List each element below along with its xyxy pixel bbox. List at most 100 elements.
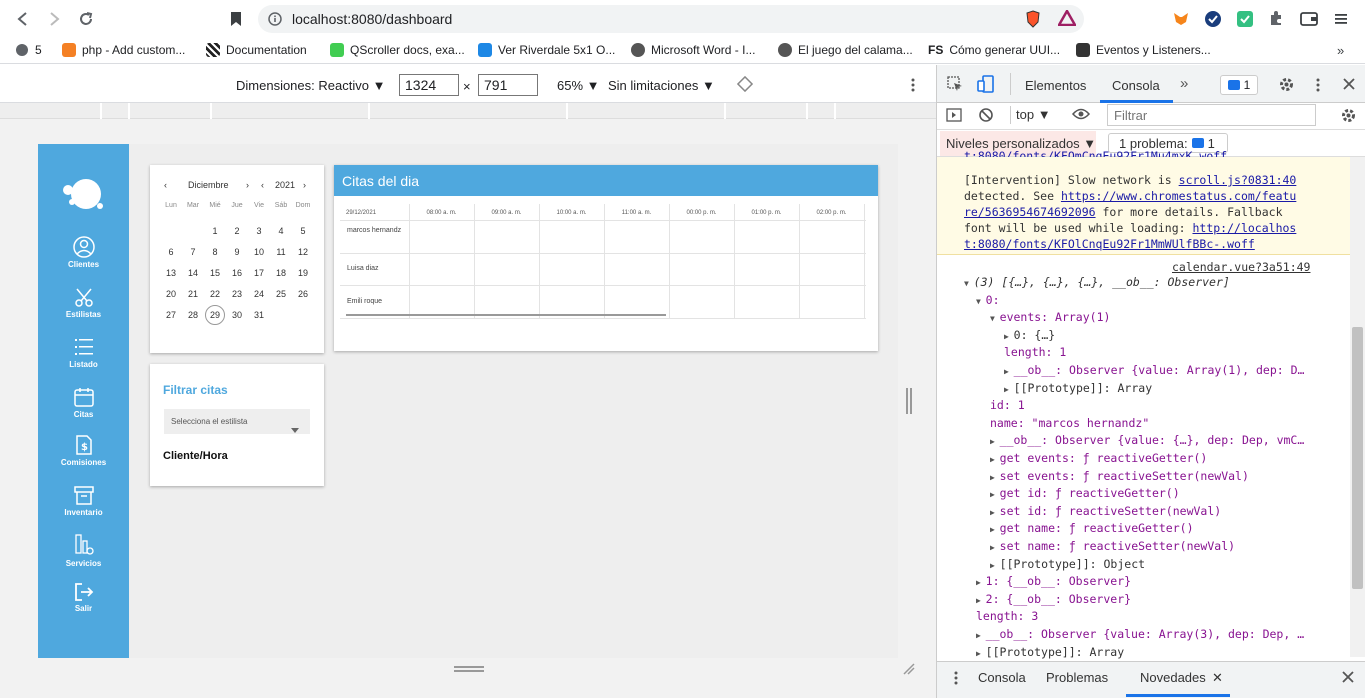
devtools-menu-icon[interactable] [1315, 77, 1321, 98]
bookmark-item[interactable]: Eventos y Listeners... [1076, 43, 1211, 57]
resize-handle-right[interactable] [906, 388, 912, 414]
tree-node[interactable]: ▶ __ob__: Observer {value: Array(3), dep… [976, 627, 1304, 641]
collapsed-arrow-icon[interactable]: ▶ [990, 455, 1000, 464]
collapsed-arrow-icon[interactable]: ▶ [990, 525, 1000, 534]
calendar-day[interactable]: 11 [270, 247, 292, 257]
dimensions-dropdown[interactable]: Dimensiones: Reactivo ▼ [236, 78, 385, 93]
tree-node[interactable]: ▶ __ob__: Observer {value: Array(1), dep… [1004, 363, 1304, 377]
tree-node[interactable]: ▶ 2: {__ob__: Observer} [976, 592, 1131, 606]
expanded-arrow-icon[interactable]: ▼ [964, 279, 974, 288]
console-settings-icon[interactable] [1340, 107, 1357, 129]
zoom-dropdown[interactable]: 65% ▼ [557, 78, 600, 93]
prev-month-button[interactable]: ‹ [164, 180, 167, 190]
calendar-day[interactable]: 1 [204, 226, 226, 236]
close-tab-icon[interactable]: ✕ [1212, 670, 1223, 686]
bookmark-item[interactable]: El juego del calama... [778, 43, 913, 57]
tree-node[interactable]: ▶ [[Prototype]]: Array [1004, 381, 1152, 395]
tree-node[interactable]: ▶ set id: ƒ reactiveSetter(newVal) [990, 504, 1221, 518]
back-button[interactable] [12, 8, 34, 30]
calendar-day[interactable]: 10 [248, 247, 270, 257]
app-logo[interactable] [60, 176, 108, 217]
tree-node[interactable]: ▶ __ob__: Observer {value: {…}, dep: Dep… [990, 433, 1304, 447]
next-month-button[interactable]: › [246, 180, 249, 190]
issues-badge[interactable]: 1 [1220, 75, 1258, 95]
calendar-day[interactable]: 9 [226, 247, 248, 257]
sidebar-item-inventario[interactable]: Inventario [38, 484, 129, 517]
expanded-arrow-icon[interactable]: ▼ [976, 297, 986, 306]
throttle-dropdown[interactable]: Sin limitaciones ▼ [608, 78, 715, 93]
tab-elementos[interactable]: Elementos [1025, 78, 1086, 93]
forward-button[interactable] [43, 8, 65, 30]
drawer-tab-problemas[interactable]: Problemas [1046, 670, 1108, 685]
more-tabs-icon[interactable]: » [1180, 75, 1188, 92]
vue-devtools-icon[interactable] [1236, 10, 1254, 33]
horizontal-scrollbar[interactable] [346, 314, 666, 316]
tree-node[interactable]: ▼ 0: [976, 293, 1000, 307]
more-bookmarks-icon[interactable]: » [1337, 43, 1344, 58]
url-text[interactable]: localhost:8080/dashboard [292, 11, 452, 27]
more-options-icon[interactable] [910, 77, 916, 98]
clear-console-icon[interactable] [978, 107, 994, 128]
collapsed-arrow-icon[interactable]: ▶ [976, 649, 986, 658]
resize-handle-bottom[interactable] [454, 666, 484, 672]
collapsed-arrow-icon[interactable]: ▶ [976, 578, 986, 587]
calendar-day[interactable]: 6 [160, 247, 182, 257]
collapsed-arrow-icon[interactable]: ▶ [1004, 332, 1014, 341]
sidebar-item-salir[interactable]: Salir [38, 582, 129, 613]
tree-node[interactable]: ▶ set events: ƒ reactiveSetter(newVal) [990, 469, 1249, 483]
calendar-day[interactable]: 16 [226, 268, 248, 278]
calendar-day[interactable]: 3 [248, 226, 270, 236]
calendar-day[interactable]: 31 [248, 310, 270, 320]
sidebar-item-citas[interactable]: Citas [38, 386, 129, 419]
brave-rewards-icon[interactable] [1056, 8, 1078, 31]
calendar-day[interactable]: 24 [248, 289, 270, 299]
calendar-day-today[interactable]: 29 [204, 304, 226, 325]
bookmark-item[interactable]: Documentation [206, 43, 307, 57]
tree-node[interactable]: ▼ events: Array(1) [990, 310, 1110, 324]
calendar-day[interactable]: 28 [182, 310, 204, 320]
calendar-day[interactable]: 5 [292, 226, 314, 236]
drawer-menu-icon[interactable] [953, 670, 959, 691]
calendar-day[interactable]: 26 [292, 289, 314, 299]
collapsed-arrow-icon[interactable]: ▶ [990, 543, 1000, 552]
drawer-tab-novedades[interactable]: Novedades [1140, 670, 1206, 685]
width-input[interactable]: 1324 [399, 74, 459, 96]
calendar-day[interactable]: 2 [226, 226, 248, 236]
calendar-day[interactable]: 7 [182, 247, 204, 257]
stylist-row-name[interactable]: marcos hernandz [347, 227, 407, 234]
calendar-day[interactable]: 8 [204, 247, 226, 257]
tree-node[interactable]: ▶ [[Prototype]]: Object [990, 557, 1145, 571]
tab-consola[interactable]: Consola [1112, 78, 1160, 93]
close-devtools-icon[interactable] [1342, 77, 1356, 96]
sidebar-item-clientes[interactable]: Clientes [38, 236, 129, 269]
tree-node[interactable]: ▶ get events: ƒ reactiveGetter() [990, 451, 1207, 465]
calendar-day[interactable]: 14 [182, 268, 204, 278]
reload-button[interactable] [75, 8, 97, 30]
context-dropdown[interactable]: top ▼ [1016, 107, 1051, 122]
calendar-day[interactable]: 30 [226, 310, 248, 320]
tree-node[interactable]: ▶ set name: ƒ reactiveSetter(newVal) [990, 539, 1235, 553]
collapsed-arrow-icon[interactable]: ▶ [990, 437, 1000, 446]
calendar-day[interactable]: 27 [160, 310, 182, 320]
wallet-icon[interactable] [1300, 11, 1318, 32]
expanded-arrow-icon[interactable]: ▼ [990, 314, 1000, 323]
close-drawer-icon[interactable] [1342, 670, 1354, 688]
bookmark-item[interactable]: FS Cómo generar UUI... [928, 43, 1060, 57]
console-source-link[interactable]: calendar.vue?3a51:49 [1172, 260, 1310, 274]
tree-node[interactable]: ▶ 0: {…} [1004, 328, 1055, 342]
rotate-icon[interactable] [736, 75, 754, 97]
inspect-element-icon[interactable] [947, 76, 963, 97]
sidebar-item-comisiones[interactable]: $ Comisiones [38, 434, 129, 467]
bookmark-item[interactable]: 5 [15, 43, 42, 57]
calendar-day[interactable]: 12 [292, 247, 314, 257]
month-label[interactable]: Diciembre [188, 180, 229, 190]
tree-node[interactable]: ▶ [[Prototype]]: Array [976, 645, 1124, 659]
resize-corner-icon[interactable] [902, 662, 916, 681]
collapsed-arrow-icon[interactable]: ▶ [990, 561, 1000, 570]
next-year-button[interactable]: › [303, 180, 306, 190]
extensions-icon[interactable] [1268, 10, 1284, 31]
metamask-icon[interactable] [1172, 10, 1190, 33]
bookmark-button[interactable] [225, 8, 247, 30]
collapsed-arrow-icon[interactable]: ▶ [1004, 367, 1014, 376]
sidebar-item-estilistas[interactable]: Estilistas [38, 286, 129, 319]
